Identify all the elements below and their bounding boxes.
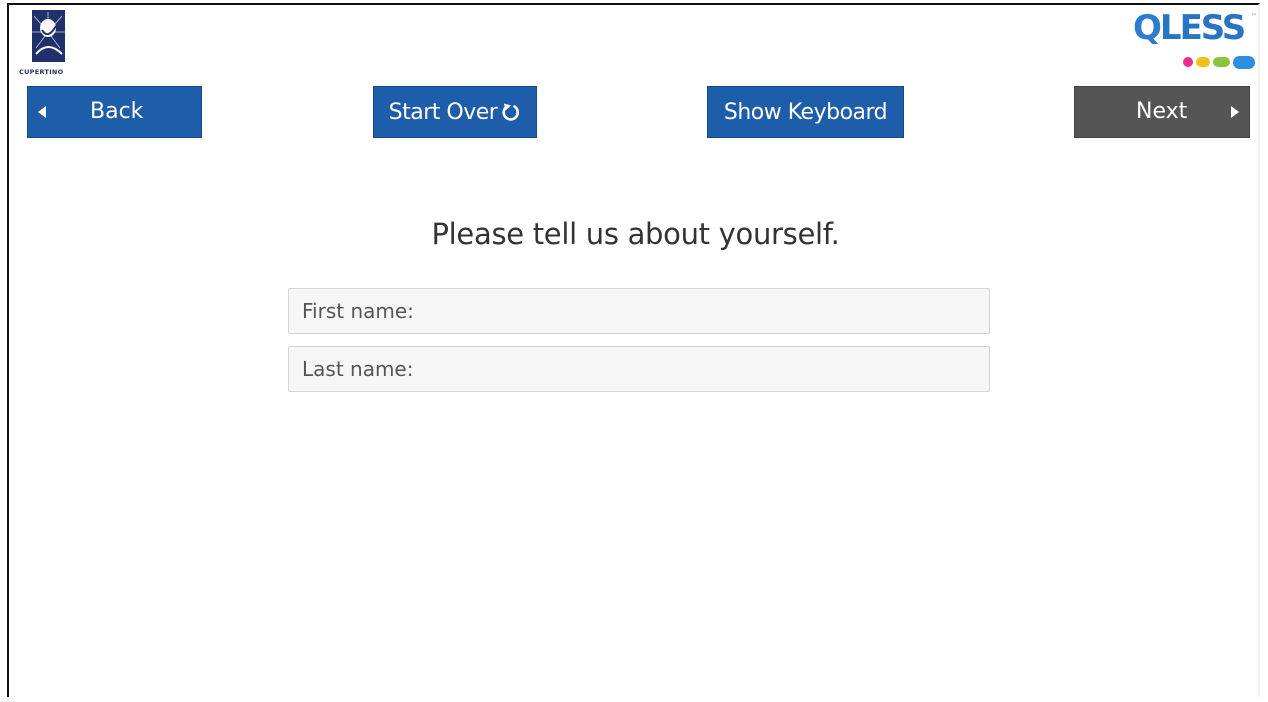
qless-wordmark: QLESS	[1133, 8, 1246, 48]
show-keyboard-button[interactable]: Show Keyboard	[707, 86, 904, 138]
start-over-button[interactable]: Start Over	[373, 86, 537, 138]
first-name-input[interactable]	[288, 288, 990, 334]
back-button[interactable]: Back	[27, 86, 202, 138]
brand-dot-blue	[1233, 56, 1255, 69]
show-keyboard-label: Show Keyboard	[723, 99, 888, 125]
next-button[interactable]: Next	[1074, 86, 1250, 138]
cupertino-logo: CUPERTINO	[19, 8, 75, 78]
trademark-mark: ™	[1251, 13, 1257, 20]
brand-dot-yellow	[1196, 57, 1210, 67]
page-title: Please tell us about yourself.	[431, 217, 840, 251]
kiosk-screen: CUPERTINO QLESS ™ Back Start Over Show K…	[7, 3, 1260, 697]
back-button-label: Back	[90, 99, 144, 124]
next-arrow-icon	[1231, 106, 1239, 118]
brand-dot-green	[1213, 57, 1230, 67]
refresh-icon	[501, 102, 521, 122]
next-button-label: Next	[1136, 99, 1188, 124]
back-arrow-icon	[38, 106, 46, 118]
cupertino-seal-icon	[32, 10, 65, 62]
start-over-label: Start Over	[388, 99, 498, 125]
cupertino-label: CUPERTINO	[19, 68, 64, 76]
brand-dot-pink	[1183, 57, 1193, 67]
qless-logo: QLESS ™	[1127, 8, 1258, 70]
last-name-input[interactable]	[288, 346, 990, 392]
